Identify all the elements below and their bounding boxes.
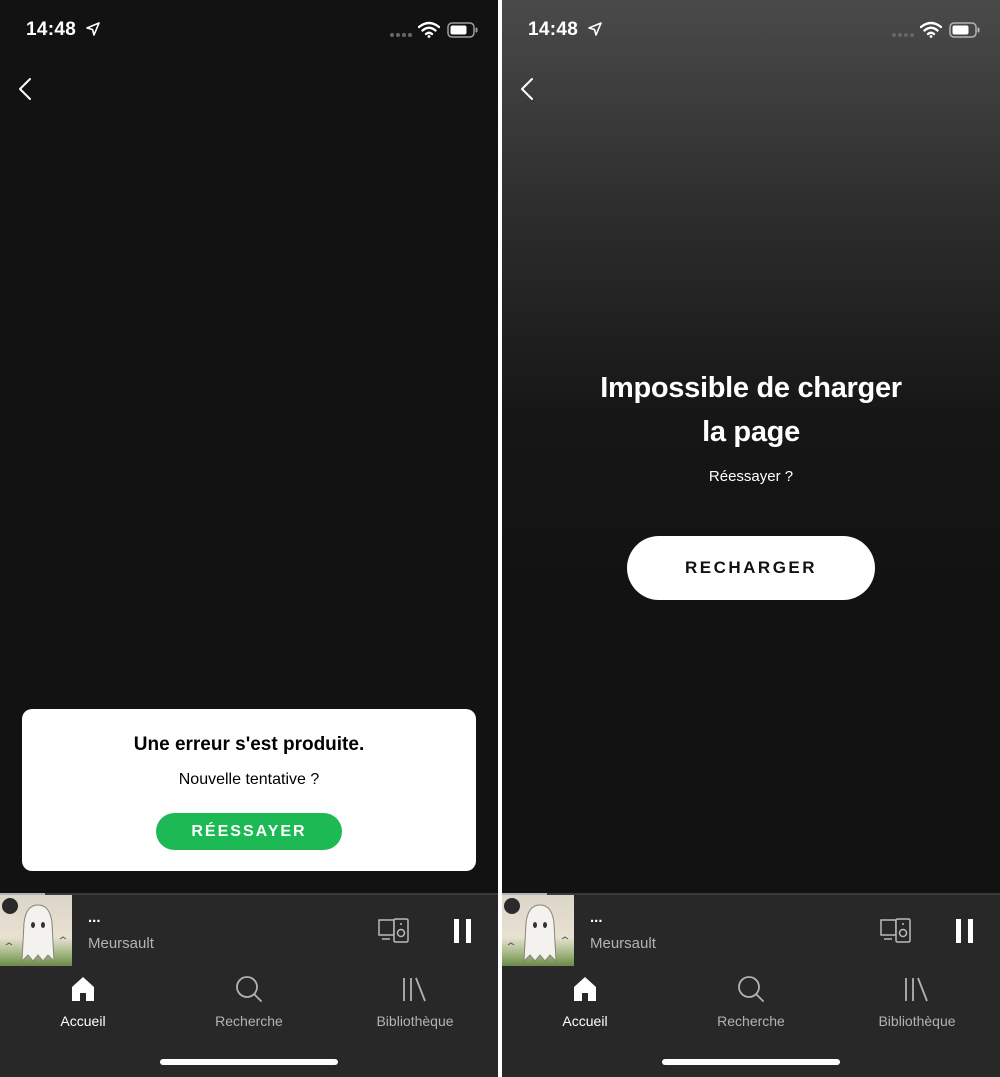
nav-label-library: Bibliothèque: [376, 1013, 454, 1029]
back-chevron-icon[interactable]: [516, 74, 542, 104]
nav-item-search[interactable]: Recherche: [681, 974, 821, 1029]
album-art[interactable]: [0, 895, 72, 966]
retry-button[interactable]: RÉESSAYER: [156, 813, 342, 850]
home-icon: [574, 977, 596, 1001]
wifi-icon: [920, 21, 942, 38]
signal-icon: [892, 33, 914, 37]
bottom-navigation: Accueil Recherche Bibliothèque: [0, 966, 498, 1077]
back-chevron-icon[interactable]: [14, 74, 40, 104]
status-bar: 14:48: [0, 0, 498, 60]
battery-icon: [949, 22, 980, 38]
search-icon: [738, 976, 764, 1002]
signal-icon: [390, 33, 412, 37]
home-indicator: [160, 1059, 338, 1065]
status-time: 14:48: [26, 19, 77, 40]
nav-item-library[interactable]: Bibliothèque: [345, 974, 485, 1029]
wifi-icon: [418, 21, 440, 38]
nav-item-search[interactable]: Recherche: [179, 974, 319, 1029]
mini-player[interactable]: ... Meursault: [0, 893, 498, 966]
mini-player[interactable]: ... Meursault: [502, 893, 1000, 966]
library-icon: [403, 977, 426, 1002]
nav-label-search: Recherche: [215, 1013, 283, 1029]
album-art[interactable]: [502, 895, 574, 966]
error-dialog: Une erreur s'est produite. Nouvelle tent…: [22, 709, 476, 871]
nav-label-search: Recherche: [717, 1013, 785, 1029]
error-title: Une erreur s'est produite.: [133, 734, 365, 755]
load-error-message: Impossible de charger la page Réessayer …: [502, 366, 1000, 485]
phone-screen-right: 14:48 Impossible de charger la page Rées…: [502, 0, 1000, 1077]
load-error-subtitle: Réessayer ?: [708, 468, 794, 485]
battery-icon: [447, 22, 478, 38]
home-indicator: [662, 1059, 840, 1065]
pause-icon[interactable]: [452, 918, 474, 944]
phone-screen-left: 14:48 Une erreur s'est produite. Nouvell…: [0, 0, 498, 1077]
location-arrow-icon: [86, 22, 100, 36]
load-error-title: Impossible de charger la page: [600, 372, 902, 448]
nav-item-home[interactable]: Accueil: [13, 974, 153, 1029]
location-arrow-icon: [588, 22, 602, 36]
nav-item-library[interactable]: Bibliothèque: [847, 974, 987, 1029]
home-icon: [72, 977, 94, 1001]
devices-icon[interactable]: [880, 918, 912, 944]
reload-button[interactable]: RECHARGER: [627, 536, 875, 600]
nav-item-home[interactable]: Accueil: [515, 974, 655, 1029]
pause-icon[interactable]: [954, 918, 976, 944]
library-icon: [905, 977, 928, 1002]
status-time: 14:48: [528, 19, 579, 40]
nav-label-library: Bibliothèque: [878, 1013, 956, 1029]
track-artist: Meursault: [88, 935, 154, 952]
track-title: ...: [88, 909, 101, 926]
nav-label-home: Accueil: [562, 1013, 608, 1029]
devices-icon[interactable]: [378, 918, 410, 944]
error-subtitle: Nouvelle tentative ?: [178, 771, 320, 788]
track-title: ...: [590, 909, 603, 926]
status-bar: 14:48: [502, 0, 1000, 60]
nav-label-home: Accueil: [60, 1013, 106, 1029]
bottom-navigation: Accueil Recherche Bibliothèque: [502, 966, 1000, 1077]
search-icon: [236, 976, 262, 1002]
track-artist: Meursault: [590, 935, 656, 952]
